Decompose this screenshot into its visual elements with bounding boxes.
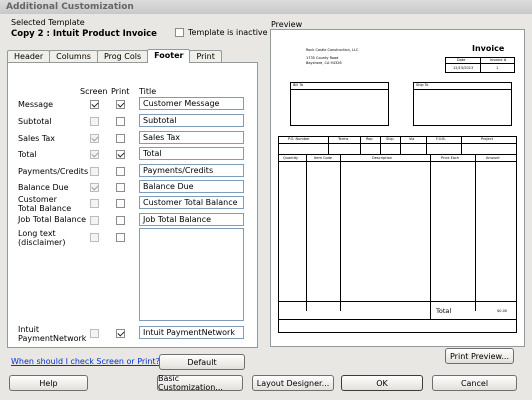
preview-invoice-value: 1 [496, 66, 499, 70]
payments-credits-print-checkbox[interactable] [116, 167, 125, 176]
preview-company-name: Rock Castle Construction, LLC [306, 48, 359, 52]
selected-template-name: Copy 2 : Intuit Product Invoice [11, 29, 157, 39]
default-button[interactable]: Default [159, 354, 245, 370]
print-preview-button[interactable]: Print Preview... [445, 348, 514, 364]
title-column-header: Title [139, 87, 157, 96]
selected-template-label: Selected Template [11, 18, 85, 27]
subtotal-print-checkbox[interactable] [116, 117, 125, 126]
preview-col-item-code: Item Code [314, 156, 333, 160]
balance-due-title-input[interactable]: Balance Due [139, 180, 244, 193]
basic-customization-button[interactable]: Basic Customization... [157, 374, 243, 392]
tab-footer[interactable]: Footer [147, 49, 191, 63]
preview-field-ship: Ship [386, 137, 394, 141]
long-text-print-checkbox[interactable] [116, 233, 125, 242]
preview-company-address-2: Bayshore, CA 94326 [306, 61, 342, 65]
preview-col-price-each: Price Each [441, 156, 460, 160]
preview-line-items-table [278, 136, 517, 333]
template-inactive-toggle[interactable]: Template is inactive [175, 28, 268, 37]
row-label-message: Message [18, 100, 54, 109]
preview-field-project: Project [481, 137, 493, 141]
preview-total-value: $0.00 [497, 309, 508, 313]
preview-field-fob: F.O.B. [436, 137, 446, 141]
long-text-textarea[interactable] [139, 228, 244, 321]
intuit-paymentnetwork-screen-checkbox [90, 329, 99, 338]
cancel-button[interactable]: Cancel [432, 375, 517, 391]
preview-col-quantity: Quantity [283, 156, 299, 160]
customer-total-balance-print-checkbox[interactable] [116, 199, 125, 208]
row-label-total: Total [18, 150, 37, 159]
job-total-balance-title-input[interactable]: Job Total Balance [139, 213, 244, 226]
preview-invoice-title: Invoice [472, 44, 505, 53]
customer-total-balance-screen-checkbox [90, 199, 99, 208]
print-column-header: Print [111, 87, 130, 96]
preview-company-address-1: 1735 County Road [306, 56, 339, 60]
payments-credits-screen-checkbox [90, 167, 99, 176]
total-title-input[interactable]: Total [139, 147, 244, 160]
customer-total-balance-title-input[interactable]: Customer Total Balance [139, 196, 244, 209]
row-label-sales-tax: Sales Tax [18, 134, 56, 143]
preview-col-amount: Amount [486, 156, 500, 160]
invoice-preview: Rock Castle Construction, LLC 1735 Count… [276, 37, 521, 337]
screen-column-header: Screen [80, 87, 108, 96]
intuit-paymentnetwork-print-checkbox[interactable] [116, 329, 125, 338]
balance-due-print-checkbox[interactable] [116, 183, 125, 192]
preview-date-header: Date [457, 58, 466, 62]
message-title-input[interactable]: Customer Message [139, 97, 244, 110]
preview-ship-to-label: Ship To [416, 83, 429, 87]
window-title: Additional Customization [0, 0, 532, 14]
payments-credits-title-input[interactable]: Payments/Credits [139, 164, 244, 177]
preview-label: Preview [271, 20, 303, 29]
intuit-paymentnetwork-title-input[interactable]: Intuit PaymentNetwork [139, 326, 244, 339]
layout-designer-button[interactable]: Layout Designer... [252, 375, 334, 391]
preview-invoice-header: Invoice # [490, 58, 507, 62]
preview-field-terms: Terms [338, 137, 349, 141]
row-label-job-total-balance: Job Total Balance [18, 215, 87, 224]
preview-field-po-number: P.O. Number [288, 137, 310, 141]
row-label-customer-total-balance: Customer Total Balance [18, 195, 72, 213]
help-button[interactable]: Help [9, 375, 88, 391]
long-text-screen-checkbox [90, 233, 99, 242]
row-label-long-text: Long text (disclaimer) [18, 229, 66, 247]
preview-total-label: Total [436, 307, 452, 315]
subtotal-screen-checkbox [90, 117, 99, 126]
row-label-balance-due: Balance Due [18, 183, 69, 192]
ok-button[interactable]: OK [341, 375, 423, 391]
preview-field-rep: Rep [366, 137, 373, 141]
row-label-intuit-paymentnetwork: Intuit PaymentNetwork [18, 325, 87, 343]
total-screen-checkbox [90, 150, 99, 159]
total-print-checkbox[interactable] [116, 150, 125, 159]
screen-print-help-link[interactable]: When should I check Screen or Print? [11, 357, 160, 366]
subtotal-title-input[interactable]: Subtotal [139, 114, 244, 127]
message-screen-checkbox[interactable] [90, 100, 99, 109]
preview-bill-to-label: Bill To [293, 83, 304, 87]
sales-tax-screen-checkbox [90, 134, 99, 143]
balance-due-screen-checkbox [90, 183, 99, 192]
sales-tax-title-input[interactable]: Sales Tax [139, 131, 244, 144]
sales-tax-print-checkbox[interactable] [116, 134, 125, 143]
preview-date-value: 12/15/2013 [453, 66, 474, 70]
message-print-checkbox[interactable] [116, 100, 125, 109]
preview-field-via: Via [409, 137, 415, 141]
row-label-subtotal: Subtotal [18, 117, 52, 126]
template-inactive-label: Template is inactive [188, 28, 268, 37]
job-total-balance-print-checkbox[interactable] [116, 216, 125, 225]
template-inactive-checkbox[interactable] [175, 28, 184, 37]
preview-col-description: Description [372, 156, 392, 160]
tab-strip: Header Columns Prog Cols Footer Print [7, 49, 222, 63]
row-label-payments-credits: Payments/Credits [18, 167, 89, 176]
job-total-balance-screen-checkbox [90, 216, 99, 225]
